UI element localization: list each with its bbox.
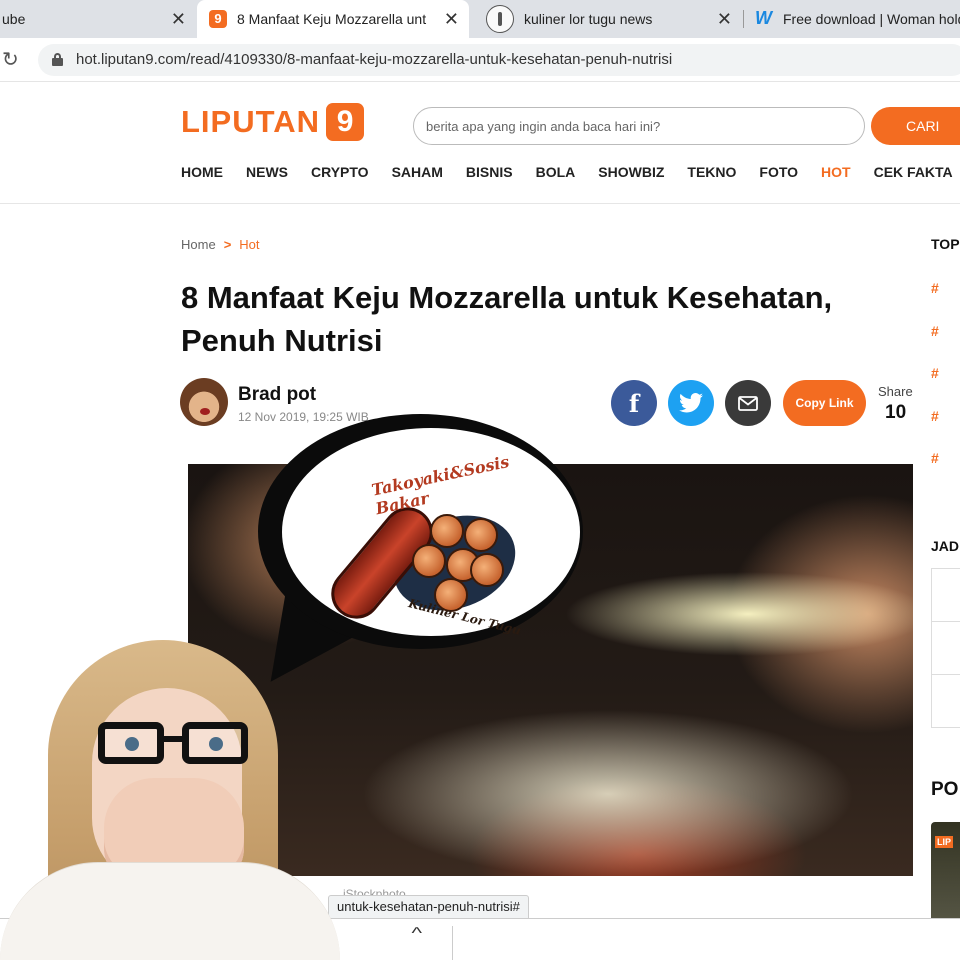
- main-nav: HOME NEWS CRYPTO SAHAM BISNIS BOLA SHOWB…: [181, 164, 960, 180]
- breadcrumb: Home > Hot: [181, 237, 260, 252]
- takoyaki-ball-icon: [412, 544, 446, 578]
- sidebar-popular-heading: PO: [931, 779, 959, 800]
- nav-item-hot[interactable]: HOT: [821, 164, 851, 180]
- share-count: 10: [885, 402, 907, 423]
- nav-item-crypto[interactable]: CRYPTO: [311, 164, 369, 180]
- email-share-icon[interactable]: [725, 380, 771, 426]
- nav-item-bisnis[interactable]: BISNIS: [466, 164, 513, 180]
- facebook-share-icon[interactable]: f: [611, 380, 657, 426]
- chevron-right-icon: >: [223, 237, 232, 252]
- tab-title: ube: [2, 11, 26, 27]
- sidebar-tag-link[interactable]: #: [931, 280, 939, 296]
- nav-item-news[interactable]: NEWS: [246, 164, 288, 180]
- omnibox[interactable]: hot.liputan9.com/read/4109330/8-manfaat-…: [38, 44, 960, 76]
- nav-item-saham[interactable]: SAHAM: [392, 164, 443, 180]
- copy-link-button[interactable]: Copy Link: [783, 380, 866, 426]
- sidebar-top-heading: TOP: [931, 236, 960, 252]
- table-row[interactable]: [932, 569, 960, 622]
- tab-title: 8 Manfaat Keju Mozzarella untuk Kesehata…: [237, 11, 427, 27]
- glasses-icon: [98, 722, 248, 764]
- shelf-divider: [452, 926, 453, 960]
- sidebar-tag-link[interactable]: #: [931, 408, 939, 424]
- chevron-up-icon[interactable]: ^: [411, 925, 422, 943]
- kuliner-favicon-icon: [486, 5, 514, 33]
- url-text[interactable]: hot.liputan9.com/read/4109330/8-manfaat-…: [76, 51, 672, 68]
- logo-text: LIPUTAN: [181, 104, 321, 139]
- tab-free-download[interactable]: W Free download | Woman holding: [745, 0, 960, 38]
- sticker-top-text: Takoyaki&Sosis Bakar: [369, 451, 511, 519]
- nav-item-showbiz[interactable]: SHOWBIZ: [598, 164, 664, 180]
- tab-liputan9-active[interactable]: 9 8 Manfaat Keju Mozzarella untuk Keseha…: [197, 0, 469, 38]
- bubble-fill: Takoyaki&Sosis Bakar Kuliner Lor Tugu: [282, 428, 580, 638]
- sidebar-schedule-table: [931, 568, 960, 728]
- address-bar: ↻ hot.liputan9.com/read/4109330/8-manfaa…: [0, 38, 960, 82]
- nav-item-bola[interactable]: BOLA: [536, 164, 576, 180]
- takoyaki-ball-icon: [470, 553, 504, 587]
- thumbnail-badge: LIP: [935, 836, 954, 848]
- twitter-share-icon[interactable]: [668, 380, 714, 426]
- sidebar-tag-link[interactable]: #: [931, 365, 939, 381]
- tab-close-icon[interactable]: ✕: [717, 9, 732, 30]
- tab-title: kuliner lor tugu news: [524, 11, 653, 27]
- logo-number: 9: [326, 103, 365, 141]
- takoyaki-sosis-logo: Takoyaki&Sosis Bakar Kuliner Lor Tugu: [321, 452, 542, 648]
- sidebar-tag-link[interactable]: #: [931, 323, 939, 339]
- site-header: LIPUTAN 9 CARI HOME NEWS CRYPTO SAHAM BI…: [0, 83, 960, 204]
- tab-close-icon[interactable]: ✕: [444, 9, 459, 30]
- takoyaki-ball-icon: [430, 514, 464, 548]
- bubble-outline: Takoyaki&Sosis Bakar Kuliner Lor Tugu: [258, 414, 583, 649]
- link-status-bar: untuk-kesehatan-penuh-nutrisi#: [328, 895, 529, 919]
- sidebar-tag-link[interactable]: #: [931, 450, 939, 466]
- site-logo[interactable]: LIPUTAN 9: [181, 103, 365, 141]
- tab-divider: [743, 10, 744, 28]
- tab-youtube[interactable]: ube ✕: [0, 0, 196, 38]
- w-favicon-icon: W: [755, 8, 772, 28]
- lock-icon[interactable]: [52, 53, 63, 66]
- nav-item-tekno[interactable]: TEKNO: [687, 164, 736, 180]
- author-name[interactable]: Brad pot: [238, 384, 316, 406]
- breadcrumb-home[interactable]: Home: [181, 237, 216, 252]
- share-label: Share: [878, 384, 913, 399]
- breadcrumb-hot[interactable]: Hot: [239, 237, 259, 252]
- tab-kuliner-lor-tugu[interactable]: kuliner lor tugu news ✕: [480, 0, 742, 38]
- search-input[interactable]: [413, 107, 865, 145]
- browser-tab-strip: ube ✕ 9 8 Manfaat Keju Mozzarella untuk …: [0, 0, 960, 38]
- sidebar-thumbnail[interactable]: LIP: [931, 822, 960, 920]
- takoyaki-ball-icon: [464, 518, 498, 552]
- search-button[interactable]: CARI: [871, 107, 960, 145]
- nav-item-home[interactable]: HOME: [181, 164, 223, 180]
- sidebar-schedule-heading: JAD: [931, 538, 960, 554]
- table-row[interactable]: [932, 622, 960, 675]
- author-avatar[interactable]: [180, 378, 228, 426]
- nav-item-foto[interactable]: FOTO: [759, 164, 798, 180]
- liputan9-favicon-icon: 9: [209, 10, 227, 28]
- tab-close-icon[interactable]: ✕: [171, 9, 186, 30]
- surprised-woman-overlay: [0, 640, 340, 960]
- white-shirt: [0, 862, 340, 960]
- article-title: 8 Manfaat Keju Mozzarella untuk Kesehata…: [181, 280, 833, 358]
- tab-title: Free download | Woman holding: [783, 11, 960, 27]
- nav-item-cek-fakta[interactable]: CEK FAKTA: [874, 164, 953, 180]
- reload-icon[interactable]: ↻: [2, 47, 19, 72]
